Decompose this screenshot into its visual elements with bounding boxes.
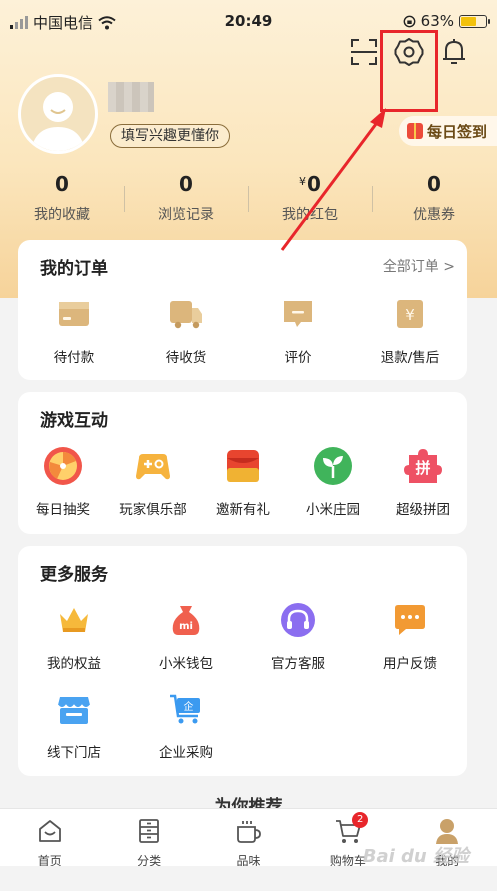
comment-icon	[284, 301, 312, 327]
daily-checkin-button[interactable]: 每日签到	[398, 116, 497, 146]
order-label: 待收货	[165, 350, 207, 366]
service-customer-service[interactable]: 官方客服	[242, 602, 354, 672]
lottery-wheel-icon	[44, 447, 82, 485]
game-label: 超级拼团	[396, 502, 450, 518]
bottom-safe-area	[0, 866, 497, 891]
services-card: 更多服务 我的权益 mi 小米钱包 官方客服 用户反馈 线下门店 企 企业采购	[18, 546, 467, 776]
refund-icon: ¥	[397, 300, 423, 328]
money-bag-icon: mi	[172, 606, 200, 635]
service-label: 官方客服	[271, 656, 325, 672]
stat-value: 0	[307, 172, 321, 196]
tab-category[interactable]: 分类	[99, 809, 198, 868]
wallet-icon	[59, 302, 89, 326]
order-label: 评价	[284, 350, 312, 366]
watermark: Bai du 经验	[362, 846, 469, 867]
puzzle-icon: 拼	[404, 449, 442, 483]
cart-count-badge: 2	[352, 812, 369, 828]
order-review[interactable]: 评价	[242, 296, 354, 366]
settings-highlight-box	[380, 30, 438, 112]
service-my-benefits[interactable]: 我的权益	[18, 602, 130, 672]
category-icon	[139, 819, 159, 843]
currency-symbol: ¥	[299, 175, 307, 188]
service-offline-store[interactable]: 线下门店	[18, 691, 130, 761]
tab-taste[interactable]: 品味	[199, 809, 298, 868]
svg-text:¥: ¥	[405, 306, 415, 324]
service-label: 小米钱包	[159, 656, 213, 672]
game-daily-lottery[interactable]: 每日抽奖	[18, 446, 108, 518]
game-label: 邀新有礼	[216, 502, 270, 518]
cup-icon	[237, 821, 262, 843]
all-orders-link[interactable]: 全部订单 >	[383, 256, 455, 276]
store-icon	[57, 697, 91, 724]
gift-icon	[406, 123, 423, 139]
svg-text:拼: 拼	[415, 459, 430, 477]
headset-icon	[281, 603, 315, 637]
default-avatar-icon	[31, 92, 85, 151]
stat-coupons[interactable]: 0 优惠券	[372, 172, 496, 224]
game-player-club[interactable]: 玩家俱乐部	[108, 446, 198, 518]
order-pending-payment[interactable]: 待付款	[18, 296, 130, 366]
stat-value: 0	[427, 172, 441, 196]
stat-red-packets[interactable]: ¥0 我的红包	[248, 172, 372, 224]
orientation-lock-icon	[403, 15, 416, 27]
sprout-icon	[314, 447, 352, 485]
home-icon	[38, 820, 61, 842]
stat-label: 浏览记录	[158, 207, 214, 223]
bell-icon[interactable]	[438, 36, 470, 68]
enterprise-cart-icon: 企	[170, 694, 200, 724]
stat-label: 我的红包	[282, 207, 338, 223]
game-group-buy[interactable]: 拼 超级拼团	[378, 446, 468, 518]
services-title: 更多服务	[40, 565, 108, 585]
service-label: 我的权益	[47, 656, 101, 672]
service-label: 线下门店	[47, 745, 101, 761]
red-envelope-icon	[227, 450, 259, 482]
stat-value: 0	[55, 172, 69, 196]
crown-icon	[60, 608, 88, 632]
avatar[interactable]	[18, 74, 98, 154]
stats-row: 0 我的收藏 0 浏览记录 ¥0 我的红包 0 优惠券	[0, 172, 497, 224]
games-card: 游戏互动 每日抽奖 玩家俱乐部 邀新有礼 小米庄园 拼 超级拼团	[18, 392, 467, 534]
service-label: 用户反馈	[383, 656, 437, 672]
daily-checkin-label: 每日签到	[426, 122, 487, 141]
truck-icon	[170, 301, 202, 329]
service-label: 企业采购	[159, 745, 213, 761]
service-enterprise-purchase[interactable]: 企 企业采购	[130, 691, 242, 761]
order-refund[interactable]: ¥ 退款/售后	[354, 296, 466, 366]
service-mi-wallet[interactable]: mi 小米钱包	[130, 602, 242, 672]
username-blurred	[108, 82, 154, 112]
order-label: 退款/售后	[380, 350, 440, 366]
game-invite-reward[interactable]: 邀新有礼	[198, 446, 288, 518]
game-label: 每日抽奖	[36, 502, 90, 518]
orders-title: 我的订单	[40, 259, 108, 279]
service-feedback[interactable]: 用户反馈	[354, 602, 466, 672]
stat-label: 我的收藏	[34, 207, 90, 223]
mine-icon	[436, 819, 459, 844]
game-label: 玩家俱乐部	[119, 502, 187, 518]
stat-history[interactable]: 0 浏览记录	[124, 172, 248, 224]
fill-interests-button[interactable]: 填写兴趣更懂你	[110, 124, 230, 148]
gamepad-icon	[136, 454, 170, 480]
game-mi-farm[interactable]: 小米庄园	[288, 446, 378, 518]
scan-icon[interactable]	[348, 36, 380, 68]
order-label: 待付款	[53, 350, 95, 366]
order-pending-receipt[interactable]: 待收货	[130, 296, 242, 366]
svg-text:企: 企	[184, 700, 194, 713]
stat-value: 0	[179, 172, 193, 196]
games-title: 游戏互动	[40, 411, 108, 431]
battery-percent: 63%	[420, 12, 454, 30]
tab-home[interactable]: 首页	[0, 809, 99, 868]
stat-favorites[interactable]: 0 我的收藏	[0, 172, 124, 224]
game-label: 小米庄园	[306, 502, 360, 518]
orders-card: 我的订单 全部订单 > 待付款 待收货 评价 ¥ 退款/售后	[18, 240, 467, 380]
stat-label: 优惠券	[413, 207, 455, 223]
svg-text:mi: mi	[179, 621, 193, 632]
feedback-chat-icon	[395, 605, 425, 635]
battery-icon	[459, 14, 490, 28]
